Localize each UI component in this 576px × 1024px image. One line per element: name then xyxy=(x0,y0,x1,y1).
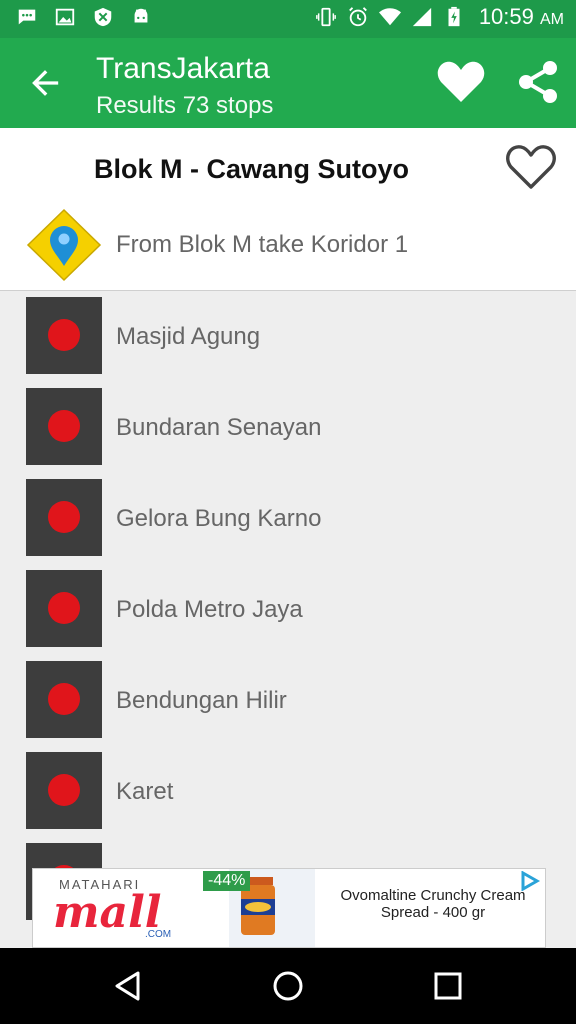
list-item[interactable]: Karet xyxy=(0,746,576,838)
status-bar: 10:59 AM xyxy=(0,0,576,38)
stop-name: Bundaran Senayan xyxy=(116,414,322,441)
red-dot-icon xyxy=(48,501,80,533)
heart-filled-icon[interactable] xyxy=(436,58,486,106)
signal-icon xyxy=(412,7,431,27)
android-icon xyxy=(134,8,148,23)
adchoices-icon[interactable] xyxy=(519,871,541,891)
red-dot-icon xyxy=(48,592,80,624)
results-count: Results 73 stops xyxy=(96,92,274,119)
app-bar: TransJakarta Results 73 stops xyxy=(0,38,576,128)
image-icon xyxy=(55,8,75,26)
list-item[interactable]: Gelora Bung Karno xyxy=(0,473,576,565)
list-item[interactable]: Polda Metro Jaya xyxy=(0,564,576,656)
stop-name: Bendungan Hilir xyxy=(116,687,287,714)
clock: 10:59 AM xyxy=(478,4,564,29)
stop-marker xyxy=(26,479,102,556)
list-item[interactable]: Bendungan Hilir xyxy=(0,655,576,747)
list-item[interactable]: Bundaran Senayan xyxy=(0,382,576,474)
stop-marker xyxy=(26,388,102,465)
battery-icon xyxy=(448,6,460,27)
ad-product-text: Ovomaltine Crunchy Cream Spread - 400 gr xyxy=(340,887,526,921)
message-icon xyxy=(18,9,36,25)
stop-marker xyxy=(26,570,102,647)
from-row[interactable]: From Blok M take Koridor 1 xyxy=(0,200,576,291)
red-dot-icon xyxy=(48,410,80,442)
discount-badge: -44% xyxy=(203,871,251,891)
map-marker-icon xyxy=(26,208,102,282)
list-item[interactable]: Masjid Agung xyxy=(0,291,576,383)
stop-name: Karet xyxy=(116,778,174,805)
stop-marker xyxy=(26,297,102,374)
shield-x-icon xyxy=(94,7,112,27)
matahari-mall-logo: MATAHARI mall .COM xyxy=(33,869,229,947)
wifi-icon xyxy=(378,8,401,26)
stop-name: Gelora Bung Karno xyxy=(116,505,322,532)
red-dot-icon xyxy=(48,319,80,351)
red-dot-icon xyxy=(48,683,80,715)
stop-marker xyxy=(26,752,102,829)
app-title: TransJakarta xyxy=(96,52,270,85)
alarm-icon xyxy=(348,7,367,27)
route-title: Blok M - Cawang Sutoyo xyxy=(94,154,410,184)
home-nav-icon[interactable] xyxy=(272,970,304,1002)
arrow-left-icon[interactable] xyxy=(22,60,68,106)
navigation-bar xyxy=(0,948,576,1024)
vibrate-icon xyxy=(315,7,336,27)
ad-brand-sub: .COM xyxy=(145,929,172,940)
stop-name: Masjid Agung xyxy=(116,323,261,350)
share-icon[interactable] xyxy=(514,58,562,106)
stop-marker xyxy=(26,661,102,738)
red-dot-icon xyxy=(48,774,80,806)
stop-name: Polda Metro Jaya xyxy=(116,596,303,623)
ad-banner[interactable]: MATAHARI mall .COM -44% Ovomaltine Crunc… xyxy=(32,868,546,948)
from-label: From Blok M take Koridor 1 xyxy=(116,231,409,258)
back-nav-icon[interactable] xyxy=(112,970,144,1002)
recents-nav-icon[interactable] xyxy=(433,971,463,1001)
heart-outline-icon[interactable] xyxy=(504,142,558,192)
